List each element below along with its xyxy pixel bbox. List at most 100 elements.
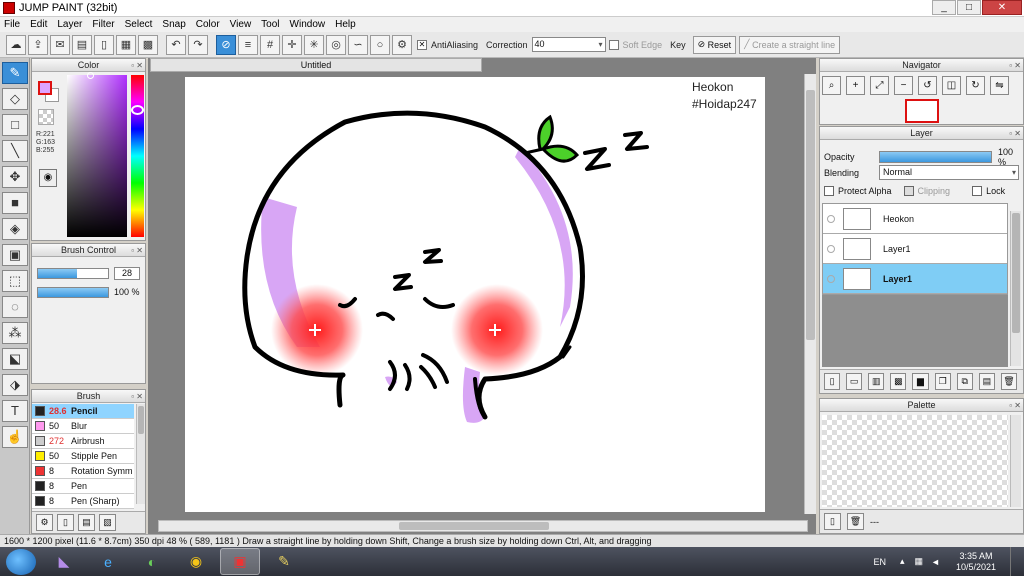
- layer-item[interactable]: Layer1: [823, 264, 1007, 294]
- menu-tool[interactable]: Tool: [261, 19, 279, 30]
- visual-studio-icon[interactable]: ◣: [44, 548, 84, 575]
- menu-view[interactable]: View: [230, 19, 252, 30]
- menu-edit[interactable]: Edit: [30, 19, 47, 30]
- brush-item[interactable]: 50 Blur: [32, 419, 134, 434]
- snap-off-icon[interactable]: ⊘: [216, 34, 236, 55]
- layer-visibility-icon[interactable]: [827, 244, 835, 253]
- document-tab[interactable]: Untitled: [150, 58, 482, 72]
- ccleaner-icon[interactable]: ◐: [132, 548, 172, 575]
- brush-tool-icon[interactable]: ✎: [2, 62, 28, 84]
- zoom-out-icon[interactable]: −: [894, 76, 913, 95]
- language-indicator[interactable]: EN: [873, 557, 886, 567]
- menu-window[interactable]: Window: [290, 19, 326, 30]
- palette-grid[interactable]: [822, 415, 1008, 507]
- volume-icon[interactable]: ◄: [931, 557, 940, 567]
- canvas-vertical-scrollbar[interactable]: [804, 74, 816, 514]
- brush-item[interactable]: 8 Pen: [32, 479, 134, 494]
- chrome-icon[interactable]: ◉: [176, 548, 216, 575]
- brush-item[interactable]: 272 Airbrush: [32, 434, 134, 449]
- minimize-button[interactable]: _: [932, 0, 956, 15]
- saturation-value-picker[interactable]: [67, 75, 127, 237]
- soft-edge-checkbox[interactable]: [608, 39, 619, 50]
- snap-circle-icon[interactable]: ◎: [326, 34, 346, 55]
- layer-item[interactable]: Layer1: [823, 234, 1007, 264]
- correction-select[interactable]: 40: [531, 37, 606, 52]
- message-icon[interactable]: ▤: [72, 34, 92, 55]
- brush-item[interactable]: 8 Pen (Sharp): [32, 494, 134, 509]
- layer-settings-icon[interactable]: ▤: [978, 373, 995, 390]
- flip-icon[interactable]: ⇋: [990, 76, 1009, 95]
- drawing-canvas[interactable]: Heokon #Hoidap247: [185, 77, 765, 512]
- layers-scrollbar[interactable]: [1010, 211, 1021, 366]
- hue-slider-handle[interactable]: [131, 105, 144, 115]
- reset-button[interactable]: ⊘ Reset: [692, 35, 737, 54]
- menu-color[interactable]: Color: [196, 19, 220, 30]
- snap-radial-icon[interactable]: ✳: [304, 34, 324, 55]
- menu-file[interactable]: File: [4, 19, 20, 30]
- canvas-horizontal-scrollbar[interactable]: [158, 520, 808, 532]
- select-eraser-tool-icon[interactable]: ⬗: [2, 374, 28, 396]
- color-palette-icon[interactable]: ◉: [39, 169, 57, 187]
- undo-icon[interactable]: ↶: [166, 34, 186, 55]
- select-pen-tool-icon[interactable]: ⬕: [2, 348, 28, 370]
- snap-grid-icon[interactable]: #: [260, 34, 280, 55]
- start-button[interactable]: [6, 548, 36, 575]
- blending-select[interactable]: Normal: [879, 165, 1020, 180]
- shape-tool-icon[interactable]: ■: [2, 192, 28, 214]
- brush-item[interactable]: 50 Stipple Pen: [32, 449, 134, 464]
- brush-opacity-slider[interactable]: [37, 287, 109, 298]
- network-icon[interactable]: ▦: [915, 556, 924, 567]
- straight-line-button[interactable]: ╱ Create a straight line: [739, 35, 841, 54]
- snap-ellipse-icon[interactable]: ○: [370, 34, 390, 55]
- brush-item[interactable]: 28.6 Pencil: [32, 404, 134, 419]
- grid-settings-icon[interactable]: ▩: [138, 34, 158, 55]
- line-tool-icon[interactable]: ╲: [2, 140, 28, 162]
- protect-alpha-checkbox[interactable]: [824, 186, 834, 196]
- clipping-checkbox[interactable]: [903, 186, 914, 196]
- lasso-tool-icon[interactable]: ◌: [2, 296, 28, 318]
- snap-parallel-icon[interactable]: ≡: [238, 34, 258, 55]
- menu-snap[interactable]: Snap: [162, 19, 185, 30]
- snap-settings-icon[interactable]: ⚙: [392, 34, 412, 55]
- gradient-tool-icon[interactable]: ▣: [2, 244, 28, 266]
- snap-curve-icon[interactable]: ∽: [348, 34, 368, 55]
- cloud-icon[interactable]: ☁: [6, 34, 26, 55]
- panel-close-icon[interactable]: ▫ ✕: [131, 245, 143, 257]
- brush-copy-icon[interactable]: ▧: [99, 514, 116, 531]
- hue-slider[interactable]: [131, 75, 144, 237]
- paint-tool-icon[interactable]: ✎: [264, 548, 304, 575]
- panel-close-icon[interactable]: ▫ ✕: [1009, 128, 1021, 140]
- palette-scrollbar[interactable]: [1010, 415, 1021, 507]
- panel-close-icon[interactable]: ▫ ✕: [1009, 400, 1021, 412]
- layer-visibility-icon[interactable]: [827, 214, 835, 223]
- layout-icon[interactable]: ▦: [116, 34, 136, 55]
- internet-explorer-icon[interactable]: e: [88, 548, 128, 575]
- jump-paint-icon[interactable]: ▣: [220, 548, 260, 575]
- maximize-button[interactable]: □: [957, 0, 981, 15]
- show-desktop-button[interactable]: [1010, 547, 1020, 576]
- lock-checkbox[interactable]: [972, 186, 983, 196]
- zoom-fit-icon[interactable]: ⤢: [870, 76, 889, 95]
- magic-wand-tool-icon[interactable]: ⁂: [2, 322, 28, 344]
- brush-item[interactable]: 8 Rotation Symm: [32, 464, 134, 479]
- panel-close-icon[interactable]: ▫ ✕: [131, 391, 143, 403]
- hand-tool-icon[interactable]: ☝: [2, 426, 28, 448]
- fill-tool-icon[interactable]: ◈: [2, 218, 28, 240]
- menu-layer[interactable]: Layer: [57, 19, 82, 30]
- new-folder-icon[interactable]: ▆: [912, 373, 929, 390]
- rotate-left-icon[interactable]: ↺: [918, 76, 937, 95]
- new-layer-icon[interactable]: ▯: [824, 373, 841, 390]
- close-button[interactable]: ✕: [982, 0, 1022, 15]
- new-palette-icon[interactable]: ▯: [824, 513, 841, 530]
- brush-size-value[interactable]: 28: [114, 267, 140, 280]
- merge-layer-icon[interactable]: ⧉: [956, 373, 973, 390]
- brush-size-slider[interactable]: [37, 268, 109, 279]
- duplicate-layer-icon[interactable]: ❐: [934, 373, 951, 390]
- menu-help[interactable]: Help: [335, 19, 356, 30]
- brush-list-scrollbar[interactable]: [136, 404, 145, 504]
- brush-settings-icon[interactable]: ⚙: [36, 514, 53, 531]
- sv-picker-cursor[interactable]: [87, 72, 94, 79]
- layer-opacity-slider[interactable]: [878, 151, 993, 163]
- foreground-color-swatch[interactable]: [38, 81, 52, 95]
- upload-icon[interactable]: ⇪: [28, 34, 48, 55]
